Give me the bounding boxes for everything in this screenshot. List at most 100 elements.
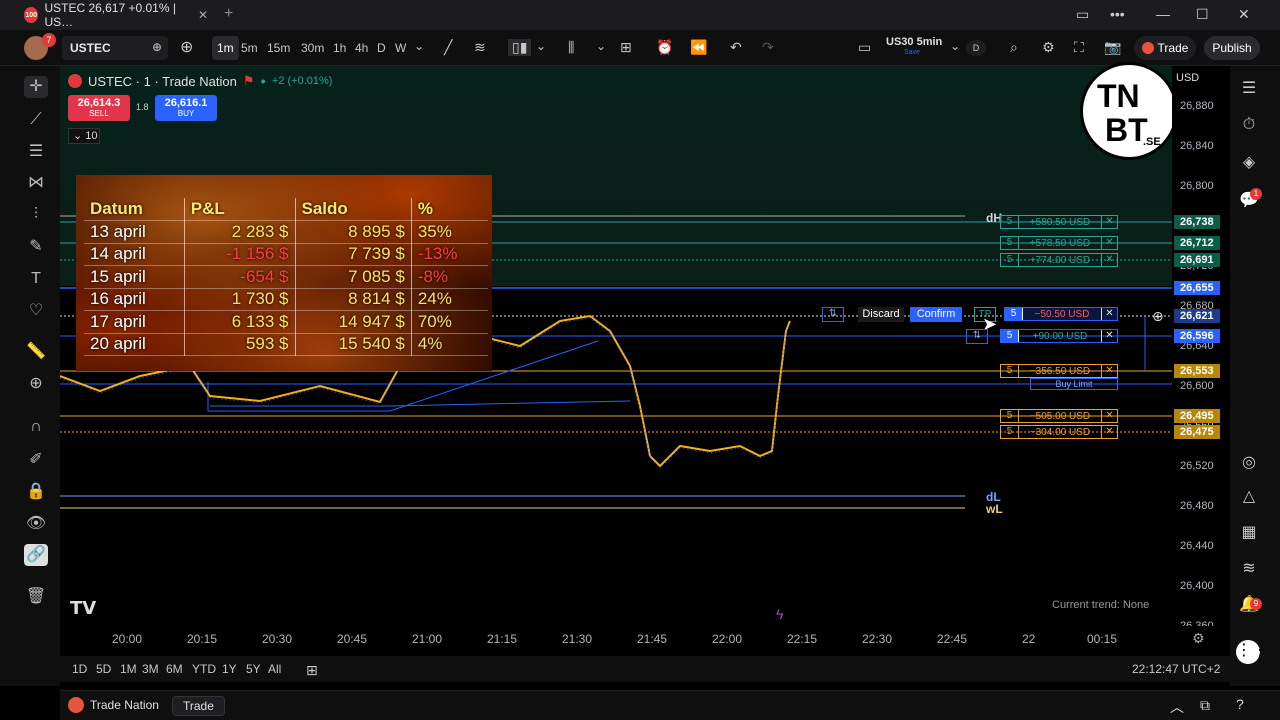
close-icon[interactable]: ✕ bbox=[1101, 254, 1117, 266]
buy-button[interactable]: 26,616.1 BUY bbox=[155, 95, 217, 121]
fullscreen-icon[interactable]: ⛶ bbox=[1074, 39, 1084, 56]
chevron-up-icon[interactable]: ︿ bbox=[1170, 697, 1184, 717]
close-window-icon[interactable]: ✕ bbox=[1238, 6, 1250, 23]
templates-icon[interactable]: ⊞ bbox=[620, 39, 632, 56]
more-icon[interactable]: ••• bbox=[1110, 6, 1125, 22]
layout-icon[interactable]: ▭ bbox=[858, 39, 871, 56]
reverse-icon[interactable]: ⇅ bbox=[822, 307, 844, 322]
timeframe-30m[interactable]: 30m bbox=[296, 36, 329, 60]
discard-button[interactable]: Discard bbox=[858, 307, 904, 322]
tradingview-logo[interactable]: 𝗧𝗩 bbox=[70, 598, 96, 619]
take-profit-1[interactable]: 5 +580.50 USD ✕ bbox=[1000, 215, 1118, 229]
link-icon[interactable]: 🔗 bbox=[24, 544, 48, 566]
buy-position[interactable]: 5 +90.00 USD ✕ bbox=[1000, 329, 1118, 343]
range-1m[interactable]: 1M bbox=[120, 662, 137, 676]
range-all[interactable]: All bbox=[268, 662, 281, 676]
stop-loss-2[interactable]: 5 −505.00 USD ✕ bbox=[1000, 409, 1118, 423]
confirm-button[interactable]: Confirm bbox=[910, 307, 962, 322]
take-profit-3[interactable]: 5 +774.00 USD ✕ bbox=[1000, 253, 1118, 267]
buy-limit-label[interactable]: Buy Limit bbox=[1030, 378, 1118, 390]
browser-tab[interactable]: 100 USTEC 26,617 +0.01% | US… ✕ bbox=[16, 1, 216, 29]
timeframe-D[interactable]: D bbox=[372, 36, 391, 60]
maximize-panel-icon[interactable]: ⧉ bbox=[1200, 697, 1210, 714]
camera-icon[interactable]: 📷 bbox=[1104, 39, 1121, 56]
candles-icon[interactable]: ▯▮ bbox=[508, 39, 532, 56]
range-3m[interactable]: 3M bbox=[142, 662, 159, 676]
timeframe-5m[interactable]: 5m bbox=[236, 36, 263, 60]
apps-icon[interactable]: ⋮⋮ bbox=[1236, 640, 1268, 664]
close-icon[interactable]: ✕ bbox=[1101, 330, 1117, 342]
range-1y[interactable]: 1Y bbox=[222, 662, 237, 676]
chevron-down-icon[interactable]: ⌄ bbox=[414, 39, 424, 53]
quick-search-icon[interactable]: ⌕ bbox=[1010, 39, 1018, 56]
sell-button[interactable]: 26,614.3 SELL bbox=[68, 95, 130, 121]
close-icon[interactable]: ✕ bbox=[1101, 308, 1117, 320]
eye-icon[interactable]: 👁 bbox=[24, 513, 48, 535]
range-5y[interactable]: 5Y bbox=[246, 662, 261, 676]
publish-button[interactable]: Publish bbox=[1204, 36, 1260, 60]
line-tool-icon[interactable]: ╱ bbox=[444, 39, 452, 56]
lightning-icon[interactable]: ϟ bbox=[776, 606, 783, 622]
timeframe-4h[interactable]: 4h bbox=[350, 36, 373, 60]
indicator-icon[interactable]: ≋ bbox=[474, 39, 486, 56]
chevron-down-icon[interactable]: ⌄ bbox=[536, 39, 546, 53]
crosshair-icon[interactable]: ✛ bbox=[24, 76, 48, 98]
forecast-icon[interactable]: ⫶ bbox=[24, 204, 48, 226]
symbol-search[interactable]: USTEC ⊕ bbox=[62, 36, 168, 60]
zoom-in-icon[interactable]: ⊕ bbox=[24, 373, 48, 395]
timeframe-1m[interactable]: 1m bbox=[212, 36, 239, 60]
text-icon[interactable]: T bbox=[24, 268, 48, 290]
target-icon[interactable]: ◎ bbox=[1238, 452, 1260, 474]
lock-drawing-icon[interactable]: ✐ bbox=[24, 449, 48, 471]
time-axis[interactable]: 20:00 20:15 20:30 20:45 21:00 21:15 21:30 21:45… bbox=[60, 626, 1230, 650]
trash-icon[interactable]: 🗑 bbox=[24, 586, 48, 608]
reverse-icon[interactable]: ⇅ bbox=[966, 329, 988, 344]
close-icon[interactable]: ✕ bbox=[1101, 426, 1117, 438]
indicators-icon[interactable]: ⫼ bbox=[568, 39, 574, 56]
heart-icon[interactable]: ♡ bbox=[24, 300, 48, 322]
undo-icon[interactable]: ↶ bbox=[730, 39, 742, 56]
layout-name[interactable]: US30 5min bbox=[886, 36, 942, 48]
ruler-icon[interactable]: 📏 bbox=[24, 341, 48, 363]
minimize-icon[interactable]: — bbox=[1156, 6, 1170, 22]
new-tab-icon[interactable]: + bbox=[224, 5, 233, 23]
stop-loss-1[interactable]: 5 −356.50 USD ✕ bbox=[1000, 364, 1118, 378]
replay-icon[interactable]: ⏪ bbox=[690, 39, 707, 56]
close-icon[interactable]: ✕ bbox=[1101, 365, 1117, 377]
brush-icon[interactable]: ✎ bbox=[24, 236, 48, 258]
layout-save-label[interactable]: Save bbox=[904, 49, 920, 56]
alerts-clock-icon[interactable]: ⏱ bbox=[1238, 114, 1260, 136]
broker-tab[interactable]: Trade Nation bbox=[68, 697, 159, 713]
range-6m[interactable]: 6M bbox=[166, 662, 183, 676]
pattern-icon[interactable]: △ bbox=[1238, 486, 1260, 508]
timeframe-1h[interactable]: 1h bbox=[328, 36, 351, 60]
add-order-icon[interactable]: ⊕ bbox=[1152, 308, 1164, 325]
layers-icon[interactable]: ◈ bbox=[1238, 152, 1260, 174]
stop-loss-3[interactable]: 5 −304.00 USD ✕ bbox=[1000, 425, 1118, 439]
range-5d[interactable]: 5D bbox=[96, 662, 111, 676]
settings-icon[interactable]: ⚙ bbox=[1192, 630, 1205, 647]
add-symbol-icon[interactable]: ⊕ bbox=[180, 37, 193, 57]
maximize-icon[interactable]: ☐ bbox=[1196, 6, 1209, 23]
fib-icon[interactable]: ☰ bbox=[24, 141, 48, 163]
chevron-down-icon[interactable]: ⌄ bbox=[950, 39, 960, 53]
stream-icon[interactable]: ≋ bbox=[1238, 558, 1260, 580]
symbol-legend[interactable]: USTEC · 1 · Trade Nation ⚑ ● +2 (+0.01%) bbox=[68, 73, 332, 89]
trendline-icon[interactable]: ⟋ bbox=[24, 109, 48, 131]
range-1d[interactable]: 1D bbox=[72, 662, 87, 676]
magnet-icon[interactable]: ∩ bbox=[24, 416, 48, 438]
calendar-icon[interactable]: ▦ bbox=[1238, 522, 1260, 544]
range-ytd[interactable]: YTD bbox=[192, 662, 216, 676]
pending-order[interactable]: 5 −50.50 USD ✕ bbox=[1004, 307, 1118, 321]
close-icon[interactable]: ✕ bbox=[1101, 410, 1117, 422]
date-range-icon[interactable]: ⊞ bbox=[306, 662, 318, 679]
lock-icon[interactable]: 🔒 bbox=[24, 481, 48, 503]
cast-icon[interactable]: ▭ bbox=[1076, 6, 1089, 23]
quantity-stepper[interactable]: ⌄ 10 bbox=[68, 128, 100, 144]
help-icon[interactable]: ? bbox=[1236, 696, 1244, 712]
timeframe-15m[interactable]: 15m bbox=[262, 36, 295, 60]
pattern-icon[interactable]: ⋈ bbox=[24, 172, 48, 194]
clock[interactable]: 22:12:47 UTC+2 bbox=[1132, 662, 1220, 676]
timeframe-W[interactable]: W bbox=[390, 36, 411, 60]
close-icon[interactable]: ✕ bbox=[1101, 216, 1117, 228]
